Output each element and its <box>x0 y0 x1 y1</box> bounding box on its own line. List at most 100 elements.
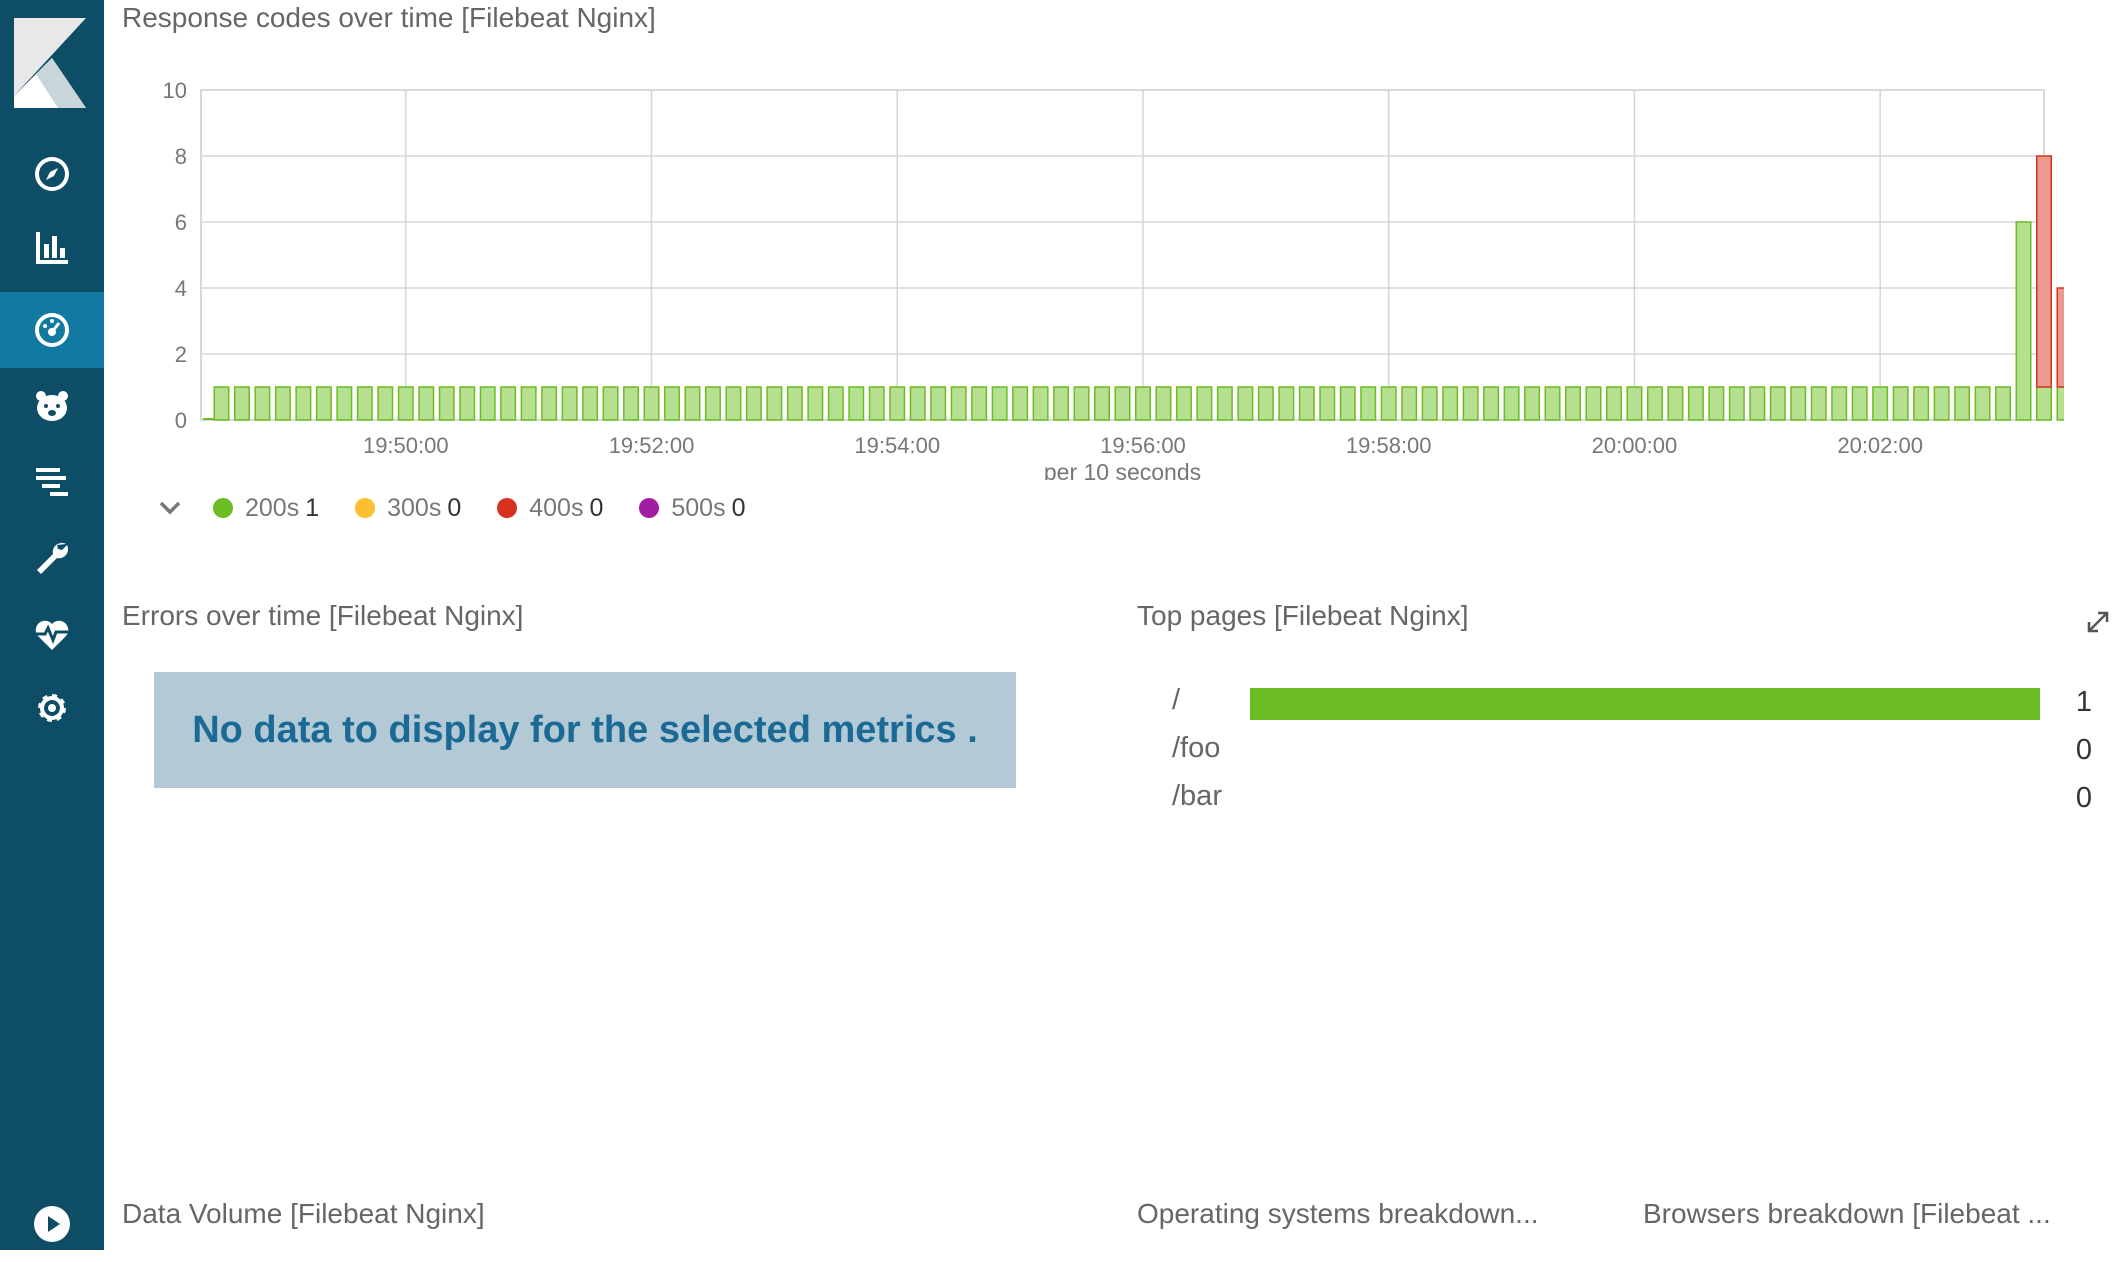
response-codes-title: Response codes over time [Filebeat Nginx… <box>122 2 656 33</box>
sidebar-item-monitoring[interactable] <box>0 596 104 672</box>
plot-frame <box>200 89 2045 421</box>
top-pages-title: Top pages [Filebeat Nginx] <box>1137 600 1469 631</box>
bar-segment-200s <box>1298 386 1315 421</box>
bar-segment-200s <box>991 386 1008 421</box>
x-tick-label: 20:02:00 <box>1837 433 1923 458</box>
bar-segment-200s <box>336 386 353 421</box>
top-page-path: / <box>1172 684 1181 716</box>
bar-segment-200s <box>500 386 517 421</box>
bar-segment-200s <box>1380 386 1397 421</box>
bar-segment-200s <box>1175 386 1192 421</box>
legend-label: 300s <box>387 493 442 522</box>
bar-segment-200s <box>1810 386 1827 421</box>
bar-segment-200s <box>1749 386 1766 421</box>
bar-segment-200s <box>1012 386 1029 421</box>
bar-segment-200s <box>213 386 230 421</box>
chevron-down-icon[interactable] <box>155 493 185 523</box>
play-circle-icon <box>34 1206 70 1242</box>
bar-segment-200s <box>1483 386 1500 421</box>
legend-item-200s[interactable]: 200s 1 <box>213 494 319 523</box>
y-tick-label: 6 <box>175 210 187 235</box>
bar-segment-200s <box>274 386 291 421</box>
legend-dot <box>497 498 518 518</box>
timeline-list-icon <box>36 468 68 496</box>
kibana-logo-icon[interactable] <box>14 18 86 108</box>
bar-segment-200s <box>397 386 414 421</box>
dashboard-icon <box>35 313 69 347</box>
bar-segment-200s <box>1360 386 1377 421</box>
sidebar-item-visualize[interactable] <box>0 210 104 286</box>
bar-segment-200s <box>1094 386 1111 421</box>
bar-segment-200s <box>664 386 680 421</box>
bar-segment-200s <box>1933 386 1950 421</box>
bar-segment-200s <box>1442 386 1459 421</box>
x-axis-label: per 10 seconds <box>1044 459 1201 480</box>
bar-segment-200s <box>1319 386 1336 421</box>
heartbeat-icon <box>35 620 69 650</box>
sidebar-item-timelion[interactable] <box>0 368 104 444</box>
sidebar <box>0 0 104 1250</box>
bar-segment-200s <box>1974 386 1991 421</box>
top-page-bar <box>1250 688 2040 720</box>
bar-segment-200s <box>1339 386 1356 421</box>
bar-segment-200s <box>623 386 640 421</box>
bar-segment-200s <box>1114 386 1131 421</box>
response-codes-chart: 0 2 4 6 8 10 19:50:00 19:52:00 19:54:00 19:56:00 1… <box>163 78 2064 480</box>
bar-segment-200s <box>520 386 537 421</box>
sidebar-collapse-button[interactable] <box>0 1186 104 1262</box>
bar-segment-200s <box>1216 386 1233 421</box>
os-breakdown-title: Operating systems breakdown... <box>1137 1198 1539 1229</box>
bar-segment-200s <box>971 386 988 421</box>
bar-segment-200s <box>233 386 250 421</box>
sidebar-item-apm[interactable] <box>0 444 104 520</box>
bar-segment-200s <box>1790 386 1807 421</box>
bar-segment-200s <box>1626 386 1643 421</box>
legend-label: 200s <box>245 493 300 522</box>
bar-segment-200s <box>868 386 885 421</box>
bar-segment-200s <box>807 386 824 421</box>
bar-segment-200s <box>1196 386 1213 421</box>
no-data-message: No data to display for the selected metr… <box>192 708 978 751</box>
top-page-row[interactable]: /foo 0 <box>1172 728 2092 772</box>
legend-value: 0 <box>447 493 462 522</box>
bar-segment-200s <box>602 386 619 421</box>
x-tick-label: 20:00:00 <box>1592 433 1678 458</box>
legend-item-400s[interactable]: 400s 0 <box>497 494 603 523</box>
x-tick-label: 19:50:00 <box>363 433 449 458</box>
top-page-path: /bar <box>1172 780 1222 812</box>
bar-segment-200s <box>1524 386 1541 421</box>
bar-segment-400s <box>2036 155 2052 388</box>
bar-segment-200s <box>315 386 332 421</box>
bar-segment-200s <box>1667 386 1684 421</box>
sidebar-item-dev-tools[interactable] <box>0 520 104 596</box>
bar-segment-200s <box>1053 386 1070 421</box>
bar-segment-400s <box>2056 287 2064 388</box>
top-page-count: 0 <box>2075 782 2092 814</box>
bar-segment-200s <box>582 386 599 421</box>
sidebar-item-discover[interactable] <box>0 136 104 212</box>
bar-segment-200s <box>827 386 844 421</box>
legend-dot <box>639 498 660 518</box>
bar-segment-200s <box>684 386 701 421</box>
bar-segment-200s <box>1134 386 1151 421</box>
bar-segment-200s <box>459 386 476 421</box>
bar-segment-200s <box>725 386 742 421</box>
compass-icon <box>35 157 69 191</box>
chart-grid <box>200 89 2045 421</box>
legend-label: 500s <box>671 493 726 522</box>
y-tick-label: 4 <box>175 276 187 301</box>
top-page-row[interactable]: /bar 0 <box>1172 776 2092 820</box>
legend-item-500s[interactable]: 500s 0 <box>639 493 746 523</box>
legend-value: 0 <box>731 493 746 522</box>
sidebar-item-dashboard[interactable] <box>0 292 104 368</box>
legend-item-300s[interactable]: 300s 0 <box>355 494 461 523</box>
bar-segment-200s <box>1544 386 1561 421</box>
top-page-row[interactable]: / 1 <box>1172 680 2092 724</box>
legend-label: 400s <box>529 493 584 522</box>
bar-segment-200s <box>254 386 271 421</box>
bar-segment-200s <box>930 386 947 421</box>
bar-segment-200s <box>1831 386 1848 421</box>
bar-segment-200s <box>1585 386 1602 421</box>
sidebar-item-management[interactable] <box>0 670 104 746</box>
expand-icon[interactable] <box>2084 608 2112 636</box>
